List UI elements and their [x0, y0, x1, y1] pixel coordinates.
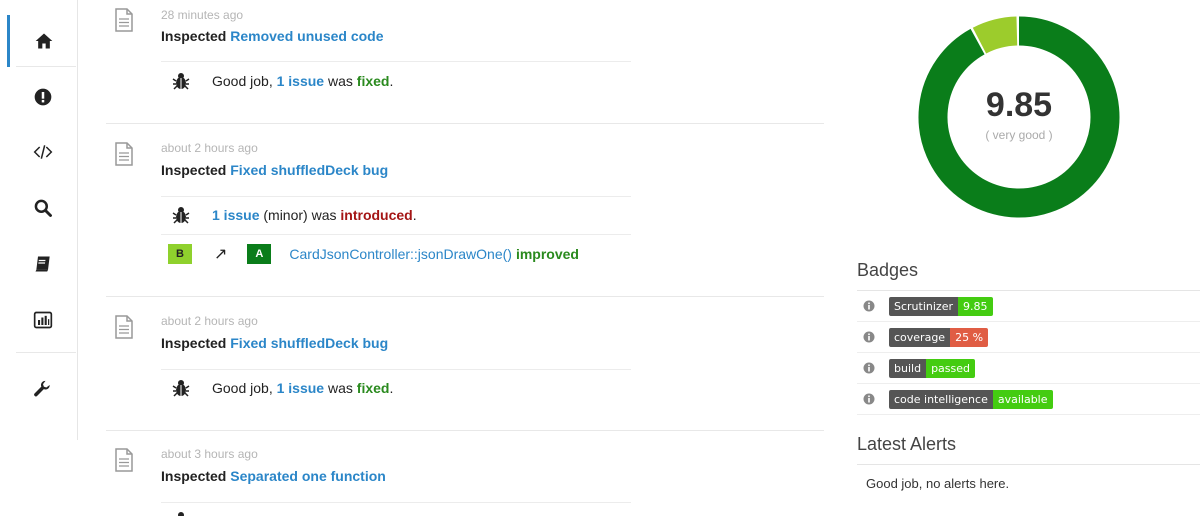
alerts-title: Latest Alerts	[857, 434, 957, 454]
bug-icon	[172, 511, 190, 516]
badge-value: available	[992, 389, 1053, 409]
issue-mid: (minor) was	[259, 207, 341, 223]
quality-score-donut: 9.85 ( very good )	[916, 14, 1122, 220]
info-icon[interactable]	[863, 362, 875, 374]
method-link[interactable]: CardJsonController::jsonDrawOne()	[289, 246, 512, 262]
score-arc-secondary	[972, 16, 1018, 54]
issue-summary	[172, 510, 212, 516]
issue-prefix: Good job,	[212, 380, 277, 396]
issue-count-link[interactable]: 1 issue	[277, 380, 324, 396]
badge-row: coverage 25 %	[857, 322, 1200, 353]
issue-status: introduced	[340, 207, 413, 223]
badges-title: Badges	[857, 260, 919, 280]
search-icon	[34, 199, 52, 217]
entry-time: about 2 hours ago	[161, 141, 258, 155]
issue-mid: was	[324, 380, 357, 396]
issue-summary: Good job, 1 issue was fixed .	[172, 71, 393, 91]
badge-label: build	[889, 358, 927, 378]
grade-to-badge: A	[247, 244, 272, 264]
sidebar-item-settings[interactable]	[8, 364, 78, 416]
commit-link[interactable]: Fixed shuffledDeck bug	[230, 162, 388, 178]
entry-time: 28 minutes ago	[161, 8, 244, 22]
badge-label: Scrutinizer	[889, 296, 958, 316]
issue-suffix: .	[389, 380, 394, 396]
grade-change: B ↗ A CardJsonController::jsonDrawOne() …	[168, 243, 579, 265]
status-badge[interactable]: build passed	[889, 358, 975, 378]
grade-result: improved	[515, 246, 579, 262]
sidebar-item-book[interactable]	[8, 238, 78, 290]
document-icon	[114, 315, 134, 339]
status-badge[interactable]: coverage 25 %	[889, 327, 989, 347]
issue-summary: Good job, 1 issue was fixed .	[172, 378, 393, 398]
issue-summary: 1 issue (minor) was introduced .	[172, 205, 417, 225]
commit-link[interactable]: Fixed shuffledDeck bug	[230, 335, 388, 351]
status-badge[interactable]: code intelligence available	[889, 389, 1053, 409]
badge-label: coverage	[889, 327, 951, 347]
entry-title: Inspected Separated one function	[161, 468, 386, 484]
badge-value: 25 %	[950, 327, 989, 347]
score-value: 9.85	[985, 86, 1053, 124]
bug-icon	[172, 379, 190, 397]
inspected-label: Inspected	[161, 468, 227, 484]
bug-icon	[172, 72, 190, 90]
wrench-icon	[34, 380, 50, 397]
commit-link[interactable]: Separated one function	[230, 468, 386, 484]
info-icon[interactable]	[863, 393, 875, 405]
info-icon[interactable]	[863, 300, 875, 312]
entry-time: about 2 hours ago	[161, 314, 258, 328]
badge-row: Scrutinizer 9.85	[857, 291, 1200, 322]
badge-row: build passed	[857, 353, 1200, 384]
status-badge[interactable]: Scrutinizer 9.85	[889, 296, 993, 316]
entry-title: Inspected Fixed shuffledDeck bug	[161, 335, 388, 351]
alerts-message: Good job, no alerts here.	[866, 476, 1010, 491]
issue-count-link[interactable]: 1 issue	[277, 73, 324, 89]
entry-title: Inspected Removed unused code	[161, 28, 384, 44]
entry-title: Inspected Fixed shuffledDeck bug	[161, 162, 388, 178]
badge-row: code intelligence available	[857, 384, 1200, 415]
document-icon	[114, 8, 134, 32]
issue-prefix: Good job,	[212, 73, 277, 89]
issue-suffix: .	[412, 207, 417, 223]
sidebar-item-issues[interactable]	[8, 71, 78, 123]
grade-from-badge: B	[168, 244, 192, 264]
issue-mid: was	[324, 73, 357, 89]
document-icon	[114, 448, 134, 472]
bug-icon	[172, 206, 190, 224]
info-icon[interactable]	[863, 331, 875, 343]
inspected-label: Inspected	[161, 162, 227, 178]
badge-value: 9.85	[958, 296, 993, 316]
sidebar	[0, 0, 78, 440]
sidebar-item-stats[interactable]	[8, 294, 78, 346]
sidebar-item-code[interactable]	[8, 126, 78, 178]
badge-label: code intelligence	[889, 389, 993, 409]
home-icon	[35, 33, 52, 49]
entry-time: about 3 hours ago	[161, 447, 258, 461]
sidebar-item-search[interactable]	[8, 182, 78, 234]
sidebar-item-home[interactable]	[7, 15, 77, 67]
badge-value: passed	[926, 358, 975, 378]
code-icon	[33, 145, 53, 159]
issue-suffix: .	[389, 73, 394, 89]
inspected-label: Inspected	[161, 335, 227, 351]
commit-link[interactable]: Removed unused code	[230, 28, 383, 44]
activity-feed: 28 minutes ago Inspected Removed unused …	[106, 0, 824, 516]
score-label: ( very good )	[985, 128, 1053, 142]
issue-status: fixed	[356, 380, 390, 396]
exclamation-icon	[34, 88, 52, 106]
bar-chart-icon	[33, 311, 53, 329]
issue-status: fixed	[356, 73, 390, 89]
book-icon	[35, 256, 50, 272]
arrow-up-right-icon: ↗	[214, 246, 228, 263]
document-icon	[114, 142, 134, 166]
issue-count-link[interactable]: 1 issue	[212, 207, 259, 223]
inspected-label: Inspected	[161, 28, 227, 44]
